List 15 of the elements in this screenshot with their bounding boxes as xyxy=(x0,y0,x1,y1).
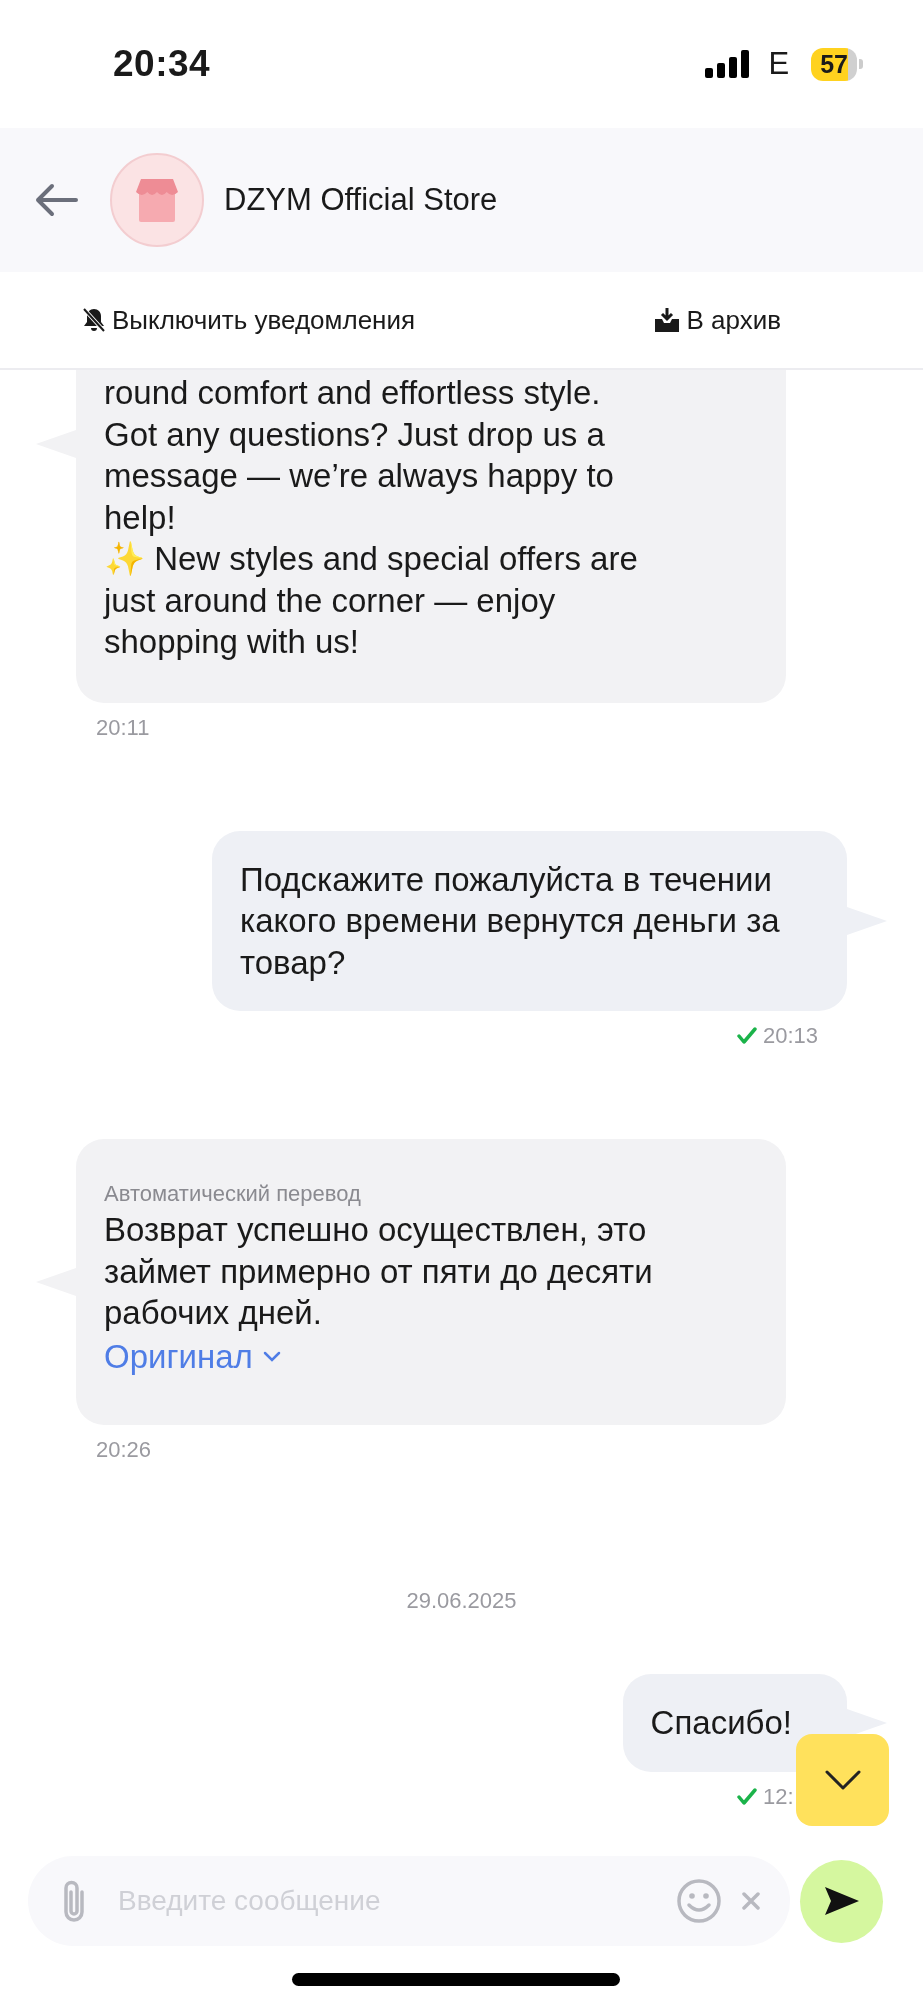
message-time: 20:26 xyxy=(96,1437,153,1463)
chat-title: DZYM Official Store xyxy=(224,182,498,218)
message-time: 12: xyxy=(763,1783,795,1810)
outgoing-message: Подскажите пожалуйста в течении какого времени вернутся деньги за товар? xyxy=(212,830,847,1011)
archive-button[interactable]: В архив xyxy=(654,304,781,336)
clock-time: 20:34 xyxy=(113,43,211,85)
message-time: 20:13 xyxy=(763,1023,820,1049)
message-time: 20:11 xyxy=(96,714,151,741)
incoming-message: round comfort and effortless style. Got any questions? Just drop us a message — we’re always happy to help! ✨ New styles and special offers are just around the corner — enjoy shopping with us! xyxy=(76,370,786,703)
network-label: E xyxy=(768,46,790,82)
outgoing-message: Спасибо! xyxy=(622,1674,847,1772)
battery-level: 57 xyxy=(811,47,857,81)
date-separator: 29.06.2025 xyxy=(406,1588,517,1614)
incoming-message: Автоматический перевод Возврат успешно осуществлен, это займет примерно от пяти до десяти рабочих дней. Оригинал xyxy=(76,1139,786,1425)
mute-notifications-button[interactable]: Выключить уведомления xyxy=(82,304,416,336)
